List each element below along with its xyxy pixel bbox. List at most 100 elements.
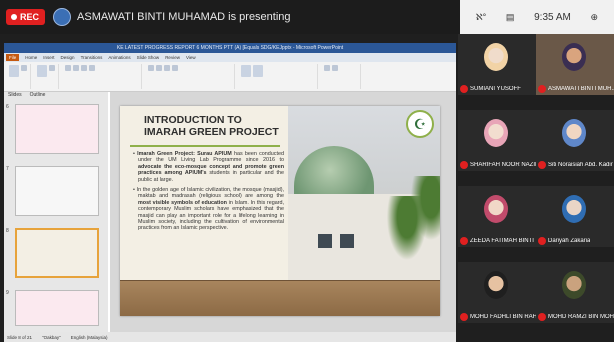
bold-icon[interactable] bbox=[65, 65, 71, 71]
ribbon-tabs: File Home Insert Design Transitions Animation… bbox=[4, 53, 456, 62]
slide-editing-canvas: Introduction to Imarah Green Project • I… bbox=[110, 92, 456, 332]
participant-avatar bbox=[562, 119, 586, 147]
panel-tab-slides[interactable]: Slides bbox=[8, 92, 22, 98]
notification-icon: ▤ bbox=[505, 11, 515, 22]
ribbon-toolbar bbox=[4, 62, 456, 92]
bullets-icon[interactable] bbox=[148, 65, 154, 71]
shapes-icon[interactable] bbox=[241, 65, 251, 77]
muted-mic-icon bbox=[460, 313, 468, 321]
slide-thumbnail[interactable] bbox=[15, 166, 99, 216]
window bbox=[340, 234, 354, 248]
clipboard-group bbox=[6, 64, 31, 89]
ribbon-tab-view[interactable]: View bbox=[186, 55, 196, 60]
drawing-group bbox=[238, 64, 318, 89]
ribbon-tab-review[interactable]: Review bbox=[165, 55, 180, 60]
editing-group bbox=[321, 64, 361, 89]
ribbon-tab-home[interactable]: Home bbox=[25, 55, 37, 60]
participant-avatar bbox=[484, 119, 508, 147]
slide-number: 6 bbox=[6, 104, 9, 110]
participant-tile[interactable]: ASMAWATI BINTI MUH... bbox=[536, 34, 614, 95]
muted-mic-icon bbox=[460, 85, 468, 93]
slide-body: • Imarah Green Project: Surau APIUM has … bbox=[132, 151, 284, 236]
window bbox=[318, 234, 332, 248]
font-group bbox=[62, 64, 142, 89]
slide-thumbnail[interactable] bbox=[15, 104, 99, 154]
slide-title: Introduction to Imarah Green Project bbox=[144, 114, 279, 138]
participant-tile[interactable]: MOHD FADHLI BIN RAH... bbox=[458, 262, 538, 323]
new-slide-icon[interactable] bbox=[37, 65, 47, 77]
participant-name: MOHD FADHLI BIN RAH... bbox=[470, 314, 538, 320]
participant-avatar bbox=[484, 195, 508, 223]
participant-label: MOHD FADHLI BIN RAH... bbox=[460, 313, 538, 321]
slide-thumbnail-selected[interactable] bbox=[15, 228, 99, 278]
ribbon-tab-transitions[interactable]: Transitions bbox=[81, 55, 103, 60]
cut-icon[interactable] bbox=[21, 65, 27, 71]
participant-tile[interactable]: MOHD RAMZI BIN MOH... bbox=[536, 262, 614, 323]
recording-indicator[interactable]: REC bbox=[6, 9, 46, 25]
muted-mic-icon bbox=[538, 85, 546, 93]
ribbon-tab-insert[interactable]: Insert bbox=[43, 55, 54, 60]
paste-icon[interactable] bbox=[9, 65, 19, 77]
participant-avatar bbox=[484, 43, 508, 71]
participant-tile[interactable]: Dariyah Zakaria bbox=[536, 186, 614, 247]
slide-number: 7 bbox=[6, 166, 9, 172]
slides-thumbnail-panel[interactable]: 6 7 8 9 bbox=[4, 92, 108, 332]
align-left-icon[interactable] bbox=[164, 65, 170, 71]
slide-number: 8 bbox=[6, 228, 9, 234]
participant-name: MOHD RAMZI BIN MOH... bbox=[548, 314, 614, 320]
muted-mic-icon bbox=[538, 313, 546, 321]
presenter-avatar bbox=[53, 8, 72, 26]
participant-avatar bbox=[562, 195, 586, 223]
muted-mic-icon bbox=[538, 161, 546, 169]
window-title: KE LATEST PROGRESS REPORT 6 MONTHS PTT (… bbox=[4, 43, 456, 53]
participant-name: SHARIFAH NOOR NAZIM... bbox=[470, 162, 538, 168]
participant-avatar bbox=[484, 271, 508, 299]
ribbon-tab-file[interactable]: File bbox=[6, 54, 20, 61]
slide-bullet: • In the golden age of Islamic civilizat… bbox=[133, 187, 284, 232]
title-underline bbox=[130, 145, 280, 147]
panel-tabs: Slides Outline bbox=[8, 92, 45, 98]
participant-tile[interactable]: ZEEDA FATIMAH BINTI ... bbox=[458, 186, 538, 247]
ribbon-tab-animations[interactable]: Animations bbox=[108, 55, 130, 60]
arrange-icon[interactable] bbox=[253, 65, 263, 77]
underline-icon[interactable] bbox=[81, 65, 87, 71]
current-slide[interactable]: Introduction to Imarah Green Project • I… bbox=[120, 106, 440, 316]
paragraph-group bbox=[145, 64, 235, 89]
muted-mic-icon bbox=[460, 237, 468, 245]
ribbon-tab-design[interactable]: Design bbox=[61, 55, 75, 60]
powerpoint-status-bar: Slide 8 of 21 "Oakbay" English (Malaysia) bbox=[4, 332, 456, 342]
status-text: Slide 8 of 21 bbox=[7, 334, 33, 340]
participant-tile[interactable]: SUMIANI YUSOFF bbox=[458, 34, 536, 95]
presenting-status: ASMAWATI BINTI MUHAMAD is presenting bbox=[77, 11, 291, 23]
slide-thumbnail[interactable] bbox=[15, 290, 99, 326]
italic-icon[interactable] bbox=[73, 65, 79, 71]
surau-logo-icon: ☪ bbox=[406, 110, 434, 138]
participant-name: SUMIANI YUSOFF bbox=[470, 86, 521, 92]
participant-tile[interactable]: Siti Noraisiah Abd. Kadir bbox=[536, 110, 614, 171]
wooden-floor bbox=[120, 280, 440, 316]
participant-tile[interactable]: SHARIFAH NOOR NAZIM... bbox=[458, 110, 538, 171]
participant-name: ASMAWATI BINTI MUH... bbox=[548, 86, 614, 92]
panel-tab-outline[interactable]: Outline bbox=[30, 92, 46, 98]
clock-time: 9:35 AM bbox=[534, 11, 571, 23]
participant-avatar bbox=[562, 271, 586, 299]
participant-name: ZEEDA FATIMAH BINTI ... bbox=[470, 238, 538, 244]
network-icon: ⊕ bbox=[590, 11, 599, 22]
participant-name: Dariyah Zakaria bbox=[548, 238, 591, 244]
slide-bullet: • Imarah Green Project: Surau APIUM has … bbox=[133, 151, 284, 183]
participant-label: Dariyah Zakaria bbox=[538, 237, 590, 245]
participant-gallery: SUMIANI YUSOFF ASMAWATI BINTI MUH... SHARI… bbox=[458, 34, 614, 342]
numbering-icon[interactable] bbox=[156, 65, 162, 71]
ribbon-tab-slide-show[interactable]: Slide Show bbox=[137, 55, 160, 60]
participant-label: ASMAWATI BINTI MUH... bbox=[538, 85, 614, 93]
layout-icon[interactable] bbox=[49, 65, 55, 71]
participant-label: Siti Noraisiah Abd. Kadir bbox=[538, 161, 613, 169]
muted-mic-icon bbox=[538, 237, 546, 245]
mosque-photo: ☪ bbox=[288, 106, 440, 280]
find-icon[interactable] bbox=[324, 65, 330, 71]
font-color-icon[interactable] bbox=[89, 65, 95, 71]
participant-label: MOHD RAMZI BIN MOH... bbox=[538, 313, 614, 321]
replace-icon[interactable] bbox=[332, 65, 338, 71]
participant-label: ZEEDA FATIMAH BINTI ... bbox=[460, 237, 538, 245]
align-center-icon[interactable] bbox=[172, 65, 178, 71]
